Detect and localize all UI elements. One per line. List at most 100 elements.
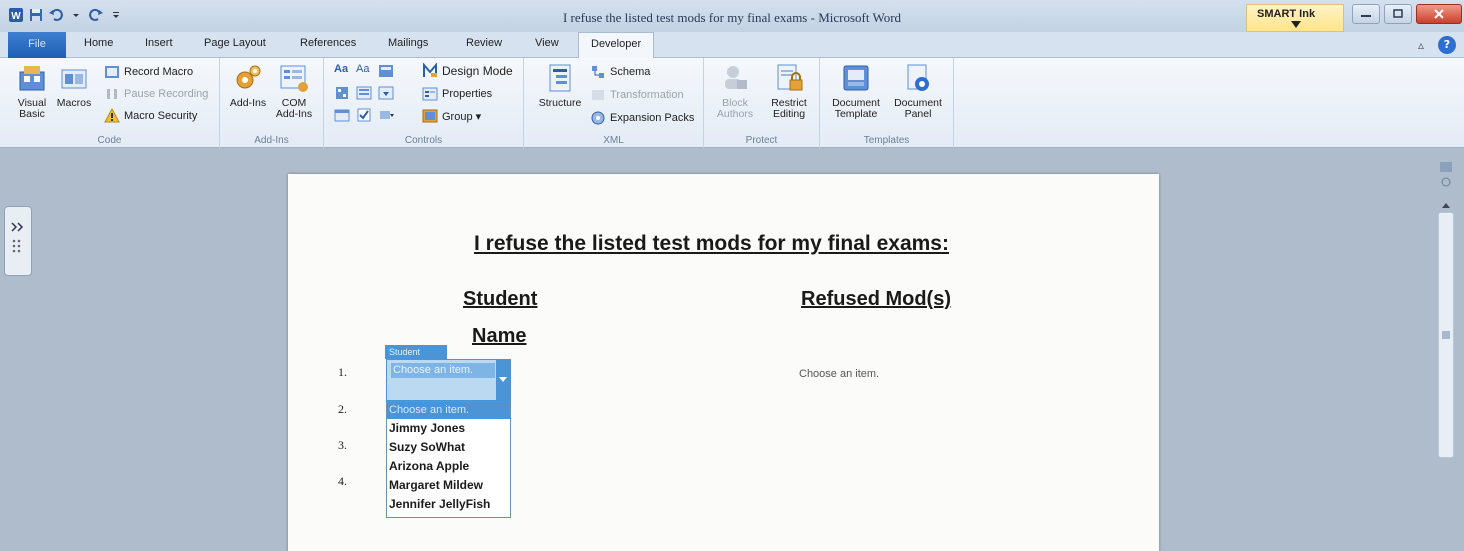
close-button[interactable]	[1416, 4, 1462, 24]
list-number-2: 2.	[338, 402, 347, 416]
design-mode-button[interactable]: Design Mode	[422, 63, 513, 79]
smart-ink-arrow-icon	[1291, 21, 1301, 28]
properties-button[interactable]: Properties	[422, 86, 492, 102]
group-code-label: Code	[97, 135, 122, 146]
window-title: I refuse the listed test mods for my fin…	[562, 10, 902, 25]
dropdown-option[interactable]: Suzy SoWhat	[387, 438, 510, 457]
macro-security-button[interactable]: Macro Security	[104, 108, 197, 124]
ruler-toggle-icon[interactable]	[1436, 160, 1456, 200]
transformation-button[interactable]: Transformation	[590, 87, 684, 103]
student-dropdown-value: Choose an item.	[391, 363, 495, 378]
check-box-icon	[357, 108, 371, 122]
drop-down-list-control-button[interactable]	[378, 85, 394, 101]
check-box-control-button[interactable]	[356, 107, 372, 123]
restrict-editing-button[interactable]: Restrict Editing	[764, 62, 814, 120]
smart-ink-toolbar[interactable]: SMART Ink	[1246, 4, 1344, 32]
warning-icon	[104, 108, 120, 123]
smart-ink-side-tab[interactable]	[4, 206, 32, 276]
tab-references[interactable]: References	[300, 37, 356, 49]
minimize-button[interactable]	[1352, 4, 1380, 24]
dropdown-option[interactable]: Arizona Apple	[387, 457, 510, 476]
document-template-icon	[843, 65, 869, 91]
combo-box-icon	[356, 86, 372, 100]
expand-panel-icon	[11, 222, 24, 253]
picture-control-button[interactable]	[378, 63, 394, 79]
structure-icon	[549, 64, 571, 92]
group-controls-label: Controls	[404, 135, 443, 146]
restore-icon	[1393, 9, 1403, 18]
restrict-editing-label: Restrict Editing	[771, 97, 807, 120]
title-bar: W I refuse the listed test mods for my f…	[0, 0, 1464, 32]
macros-icon	[61, 69, 87, 89]
minimize-ribbon-icon[interactable]: ▵	[1418, 38, 1424, 52]
tab-page-layout[interactable]: Page Layout	[204, 37, 266, 49]
student-dropdown-control[interactable]: Choose an item.	[386, 359, 511, 401]
block-authors-icon	[725, 66, 747, 89]
schema-button[interactable]: Schema	[590, 64, 650, 80]
group-code: Visual Basic Macros Record Macro Pause R…	[0, 58, 220, 148]
document-panel-label: Document Panel	[894, 97, 942, 120]
dropdown-option[interactable]: Jennifer JellyFish	[387, 495, 510, 514]
document-template-button[interactable]: Document Template	[826, 62, 886, 120]
group-add-ins-label: Add-Ins	[254, 135, 289, 146]
group-xml: Structure Schema Transformation Expansio…	[524, 58, 704, 148]
record-macro-button[interactable]: Record Macro	[104, 64, 193, 80]
tab-developer[interactable]: Developer	[578, 32, 655, 59]
group-label: Group ▾	[442, 110, 482, 123]
structure-button[interactable]: Structure	[532, 62, 588, 109]
combo-box-control-button[interactable]	[356, 85, 372, 101]
dropdown-option[interactable]: Margaret Mildew	[387, 476, 510, 495]
scrollbar-thumb-grip[interactable]	[1442, 331, 1450, 339]
content-control-tag[interactable]: Student	[385, 345, 447, 359]
dropdown-arrow-button[interactable]	[496, 360, 510, 400]
document-panel-button[interactable]: Document Panel	[888, 62, 948, 120]
date-picker-control-button[interactable]	[334, 107, 350, 123]
pause-recording-button[interactable]: Pause Recording	[104, 86, 208, 102]
rich-text-control-button[interactable]: Aa	[334, 63, 348, 75]
ribbon-developer: Visual Basic Macros Record Macro Pause R…	[0, 58, 1464, 148]
student-dropdown-list: Choose an item. Jimmy Jones Suzy SoWhat …	[386, 401, 511, 518]
tab-review[interactable]: Review	[466, 37, 502, 49]
record-macro-label: Record Macro	[124, 66, 194, 78]
dropdown-option[interactable]: Choose an item.	[387, 402, 510, 419]
schema-icon	[592, 66, 604, 78]
schema-label: Schema	[610, 66, 651, 78]
scrollbar-track[interactable]	[1438, 203, 1454, 458]
com-add-ins-icon	[280, 65, 308, 92]
legacy-tools-button[interactable]	[378, 107, 394, 123]
plain-text-control-button[interactable]: Aa	[356, 63, 369, 75]
group-button[interactable]: Group ▾	[422, 108, 481, 124]
help-icon[interactable]: ?	[1438, 36, 1456, 54]
restore-button[interactable]	[1384, 4, 1412, 24]
picture-control-icon	[379, 65, 393, 77]
macros-button[interactable]: Macros	[56, 62, 92, 109]
building-block-icon	[336, 87, 348, 99]
document-page[interactable]: I refuse the listed test mods for my fin…	[288, 174, 1159, 551]
transformation-label: Transformation	[610, 89, 684, 101]
pause-recording-label: Pause Recording	[124, 88, 209, 100]
visual-basic-icon	[19, 66, 45, 91]
tab-insert[interactable]: Insert	[145, 37, 173, 49]
transformation-icon	[592, 90, 604, 100]
window-controls	[1352, 4, 1462, 24]
gear-icon	[236, 65, 261, 89]
properties-label: Properties	[442, 88, 493, 100]
rich-text-control-label: Aa	[334, 63, 349, 75]
tab-mailings[interactable]: Mailings	[388, 37, 428, 49]
refused-mods-dropdown[interactable]: Choose an item.	[799, 368, 879, 380]
block-authors-button[interactable]: Block Authors	[710, 62, 760, 120]
vertical-scrollbar[interactable]	[1436, 160, 1456, 551]
tab-view[interactable]: View	[535, 37, 559, 49]
scroll-up-icon[interactable]	[1439, 199, 1453, 211]
tab-home[interactable]: Home	[84, 37, 113, 49]
group-templates: Document Template Document Panel Templat…	[820, 58, 954, 148]
com-add-ins-button[interactable]: COM Add-Ins	[274, 62, 314, 120]
add-ins-button[interactable]: Add-Ins	[228, 62, 268, 109]
visual-basic-button[interactable]: Visual Basic	[12, 62, 52, 120]
group-protect-label: Protect	[745, 135, 778, 146]
tab-file[interactable]: File	[8, 32, 66, 58]
macro-security-label: Macro Security	[124, 110, 198, 122]
dropdown-option[interactable]: Jimmy Jones	[387, 419, 510, 438]
expansion-packs-button[interactable]: Expansion Packs	[590, 110, 694, 126]
building-block-control-button[interactable]	[334, 85, 350, 101]
